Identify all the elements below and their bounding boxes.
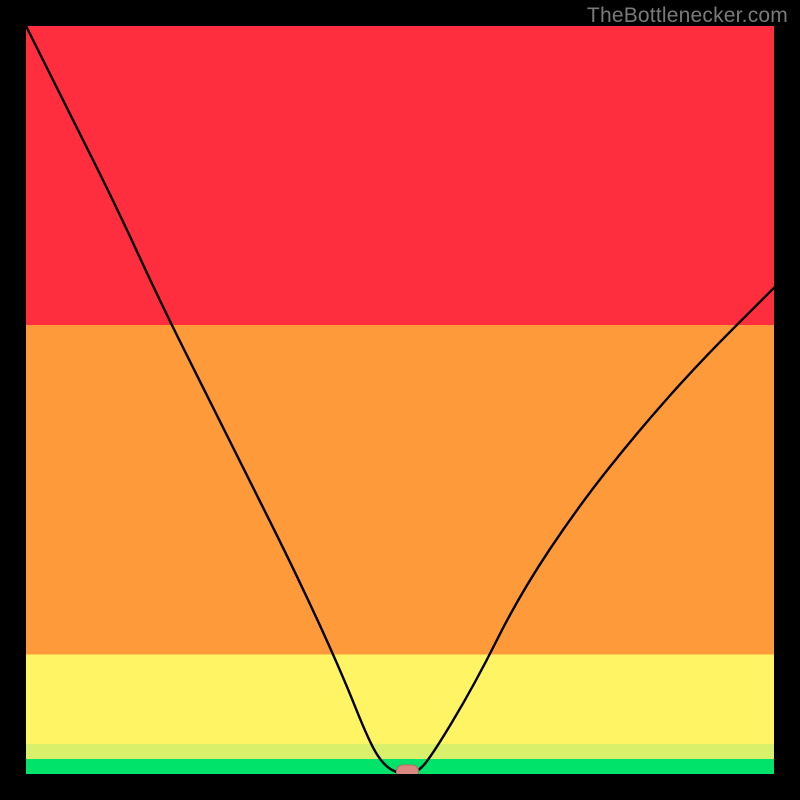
chart-frame: TheBottlenecker.com xyxy=(0,0,800,800)
plot-area xyxy=(26,26,774,774)
chart-svg xyxy=(26,26,774,774)
gradient-background xyxy=(26,26,774,774)
attribution-label: TheBottlenecker.com xyxy=(587,4,788,28)
optimal-marker xyxy=(396,765,418,774)
